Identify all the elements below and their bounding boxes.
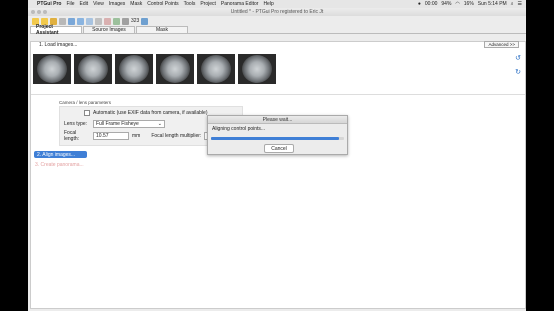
- menu-tools[interactable]: Tools: [184, 1, 196, 7]
- menu-panorama-editor[interactable]: Panorama Editor: [221, 1, 259, 7]
- help-icon[interactable]: [141, 17, 149, 25]
- image-thumbnails: [33, 54, 276, 84]
- tab-project-assistant[interactable]: Project Assistant: [30, 24, 82, 36]
- table-icon[interactable]: [122, 17, 129, 25]
- menu-project[interactable]: Project: [200, 1, 216, 7]
- search-icon[interactable]: ⌕: [511, 1, 514, 7]
- close-icon[interactable]: [31, 10, 35, 14]
- lens-type-label: Lens type:: [64, 121, 88, 127]
- side-icons: ↺ ↻: [515, 54, 521, 76]
- stitch-icon[interactable]: [113, 17, 120, 25]
- please-wait-dialog: Please wait... Aligning control points..…: [207, 115, 348, 155]
- auto-exif-checkbox[interactable]: [84, 110, 90, 116]
- tab-mask[interactable]: Mask: [136, 26, 188, 33]
- chevron-down-icon: ⌄: [157, 121, 162, 127]
- clock[interactable]: Sun 5:14 PM: [478, 1, 507, 7]
- load-images-step[interactable]: 1. Load images...: [39, 42, 77, 48]
- dialog-title: Please wait...: [208, 116, 347, 124]
- lens-type-select[interactable]: Full Frame Fisheye ⌄: [93, 120, 165, 128]
- toolbar: 323: [28, 16, 526, 26]
- minimize-icon[interactable]: [37, 10, 41, 14]
- window-title: Untitled * - PTGui Pro registered to Eri…: [230, 9, 324, 15]
- rotate-ccw-icon[interactable]: ↺: [515, 54, 521, 62]
- record-icon[interactable]: ●: [418, 1, 421, 7]
- control-points-icon[interactable]: [77, 17, 84, 25]
- menu-file[interactable]: File: [66, 1, 74, 7]
- camera-lens-label: Camera / lens parameters: [59, 100, 112, 105]
- menu-list-icon[interactable]: ☰: [518, 1, 522, 7]
- advanced-button[interactable]: Advanced >>: [484, 41, 519, 48]
- wifi-icon[interactable]: ◠: [455, 1, 459, 7]
- lens-type-value: Full Frame Fisheye: [96, 121, 139, 127]
- create-panorama-step[interactable]: 3. Create panorama...: [35, 162, 84, 168]
- title-bar: Untitled * - PTGui Pro registered to Eri…: [28, 8, 526, 16]
- battery2-percent: 16%: [463, 1, 474, 7]
- tab-source-images[interactable]: Source Images: [83, 26, 135, 33]
- project-assistant-panel: 1. Load images... Advanced >> ↺ ↻ Camera…: [30, 41, 526, 309]
- menu-bar: PTGui Pro File Edit View Images Mask Con…: [28, 0, 526, 8]
- focal-length-label: Focal length:: [64, 130, 80, 142]
- status-area: ● 00:00 94% ◠ 16% Sun 5:14 PM ⌕ ☰: [418, 1, 526, 7]
- menu-view[interactable]: View: [93, 1, 104, 7]
- multiplier-label: Focal length multiplier:: [151, 133, 202, 139]
- menu-mask[interactable]: Mask: [130, 1, 142, 7]
- image-thumbnail[interactable]: [238, 54, 276, 84]
- divider: [31, 94, 525, 95]
- cancel-button[interactable]: Cancel: [264, 144, 294, 153]
- batch-icon[interactable]: [104, 17, 111, 25]
- control-point-count: 323: [131, 18, 140, 24]
- tab-bar: Project Assistant Source Images Mask: [30, 24, 526, 36]
- image-thumbnail[interactable]: [74, 54, 112, 84]
- auto-exif-row: Automatic (use EXIF data from camera, if…: [84, 110, 208, 116]
- image-thumbnail[interactable]: [33, 54, 71, 84]
- menu-app-name[interactable]: PTGui Pro: [37, 1, 61, 7]
- focal-length-field[interactable]: 10.57: [93, 132, 129, 140]
- mask-icon[interactable]: [86, 17, 93, 25]
- image-thumbnail[interactable]: [115, 54, 153, 84]
- image-thumbnail[interactable]: [156, 54, 194, 84]
- dialog-message: Aligning control points...: [212, 126, 266, 132]
- window-controls: [31, 10, 47, 14]
- app-window: Untitled * - PTGui Pro registered to Eri…: [28, 8, 526, 311]
- image-thumbnail[interactable]: [197, 54, 235, 84]
- menu-edit[interactable]: Edit: [80, 1, 89, 7]
- lens-type-row: Lens type: Full Frame Fisheye ⌄: [64, 120, 165, 128]
- align-images-button[interactable]: 2. Align images...: [34, 151, 87, 158]
- progress-fill: [211, 137, 339, 140]
- focal-length-row: Focal length: 10.57 mm Focal length mult…: [64, 130, 225, 142]
- menu-help[interactable]: Help: [263, 1, 273, 7]
- progress-bar: [211, 137, 344, 140]
- menu-images[interactable]: Images: [109, 1, 125, 7]
- auto-exif-label: Automatic (use EXIF data from camera, if…: [93, 110, 208, 116]
- menu-control-points[interactable]: Control Points: [147, 1, 178, 7]
- focal-unit: mm: [132, 133, 141, 139]
- rotate-cw-icon[interactable]: ↻: [515, 68, 521, 76]
- zoom-icon[interactable]: [43, 10, 47, 14]
- battery-percent: 94%: [441, 1, 452, 7]
- record-time: 00:00: [424, 1, 438, 7]
- optimize-icon[interactable]: [95, 17, 102, 25]
